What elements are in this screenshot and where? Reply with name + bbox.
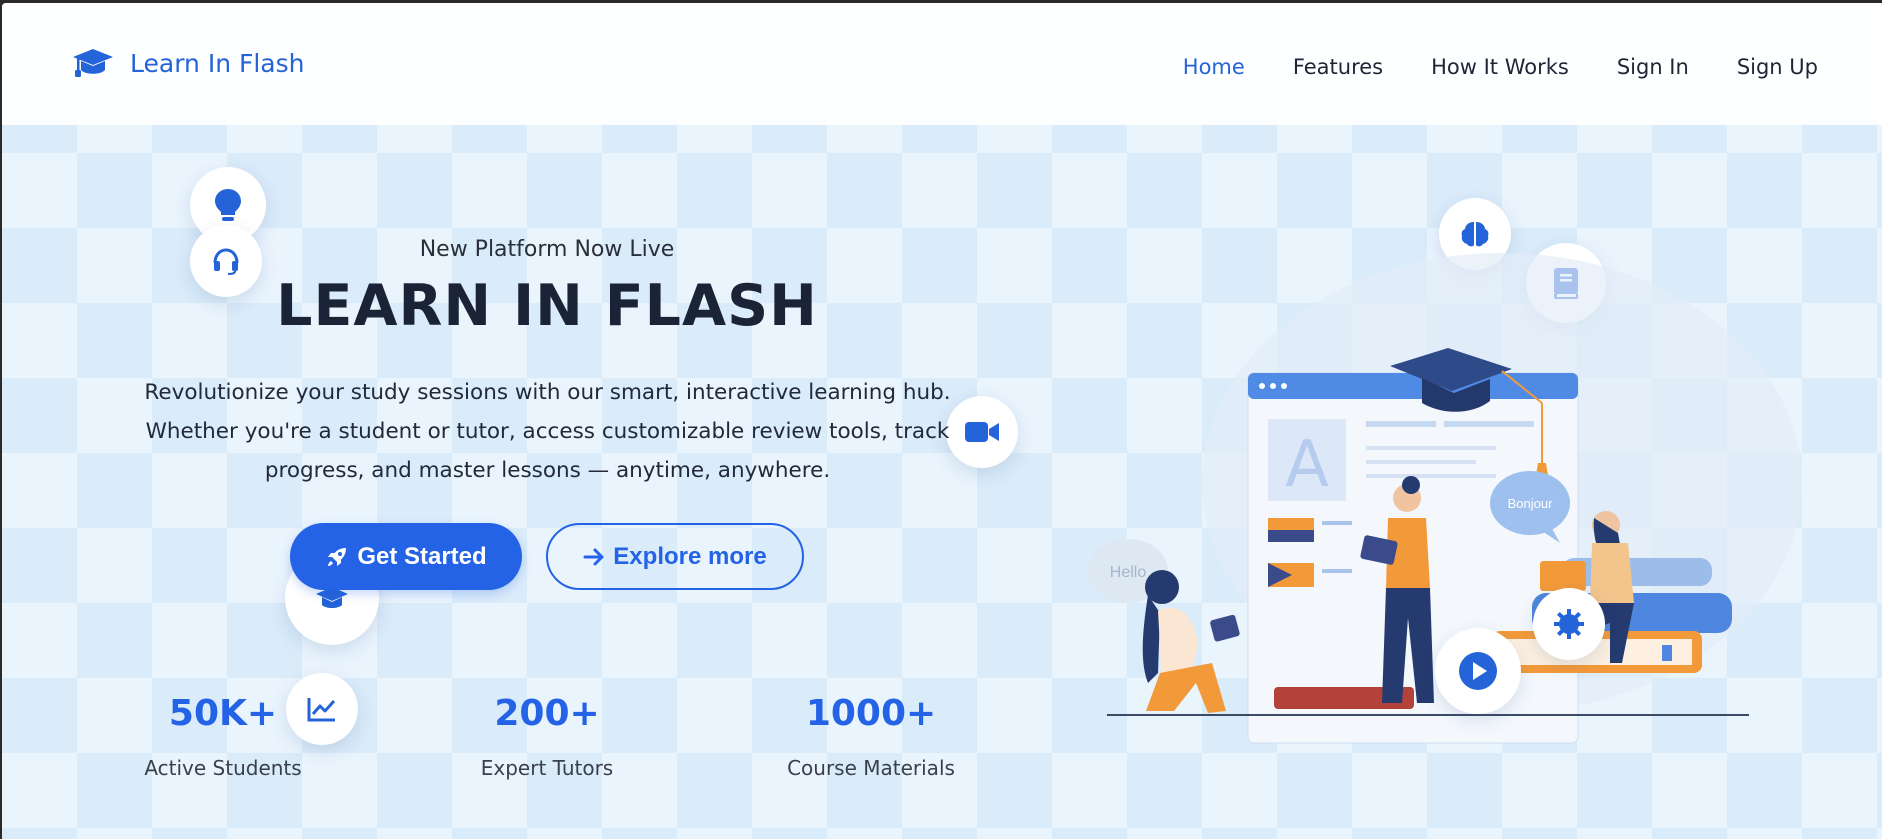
hero-eyebrow: New Platform Now Live (419, 237, 675, 262)
nav-sign-up[interactable]: Sign Up (1737, 55, 1818, 79)
brand-logo-link[interactable]: Learn In Flash (72, 47, 305, 79)
stat-label: Course Materials (787, 756, 955, 780)
play-icon (1459, 652, 1497, 690)
graduation-cap-icon (73, 49, 113, 77)
nav-features[interactable]: Features (1293, 55, 1383, 79)
stat-label: Expert Tutors (480, 756, 614, 780)
stat-students: 50K+ Active Students (113, 693, 333, 780)
hero-title: LEARN IN FLASH (276, 273, 818, 339)
gear-icon (1554, 609, 1584, 639)
stat-label: Active Students (144, 756, 302, 780)
stat-tutors: 200+ Expert Tutors (437, 693, 657, 780)
speech-bonjour: Bonjour (1508, 496, 1553, 511)
play-button[interactable] (1435, 628, 1521, 714)
get-started-label: Get Started (357, 542, 487, 570)
brand-name: Learn In Flash (130, 48, 305, 78)
stat-value: 200+ (494, 693, 600, 734)
rocket-icon (328, 547, 347, 566)
nav-how-it-works[interactable]: How It Works (1431, 55, 1569, 79)
browser-viewport: Learn In Flash Home Features How It Work… (2, 3, 1882, 839)
site-header: Learn In Flash Home Features How It Work… (2, 3, 1882, 125)
speech-hello: Hello (1110, 564, 1147, 581)
arrow-right-icon (583, 548, 604, 565)
gear-badge (1533, 588, 1605, 660)
explore-more-label: Explore more (613, 542, 767, 570)
hero-description: Revolutionize your study sessions with o… (144, 380, 951, 483)
nav-sign-in[interactable]: Sign In (1617, 55, 1689, 79)
get-started-button[interactable]: Get Started (290, 523, 522, 590)
lightbulb-icon (215, 189, 241, 221)
letter-a: A (1285, 428, 1329, 502)
main-nav: Home Features How It Works Sign In Sign … (1183, 55, 1818, 79)
stat-materials: 1000+ Course Materials (761, 693, 981, 780)
stat-value: 50K+ (168, 693, 278, 734)
nav-home[interactable]: Home (1183, 55, 1245, 79)
explore-more-button[interactable]: Explore more (546, 523, 804, 590)
stat-value: 1000+ (805, 693, 937, 734)
